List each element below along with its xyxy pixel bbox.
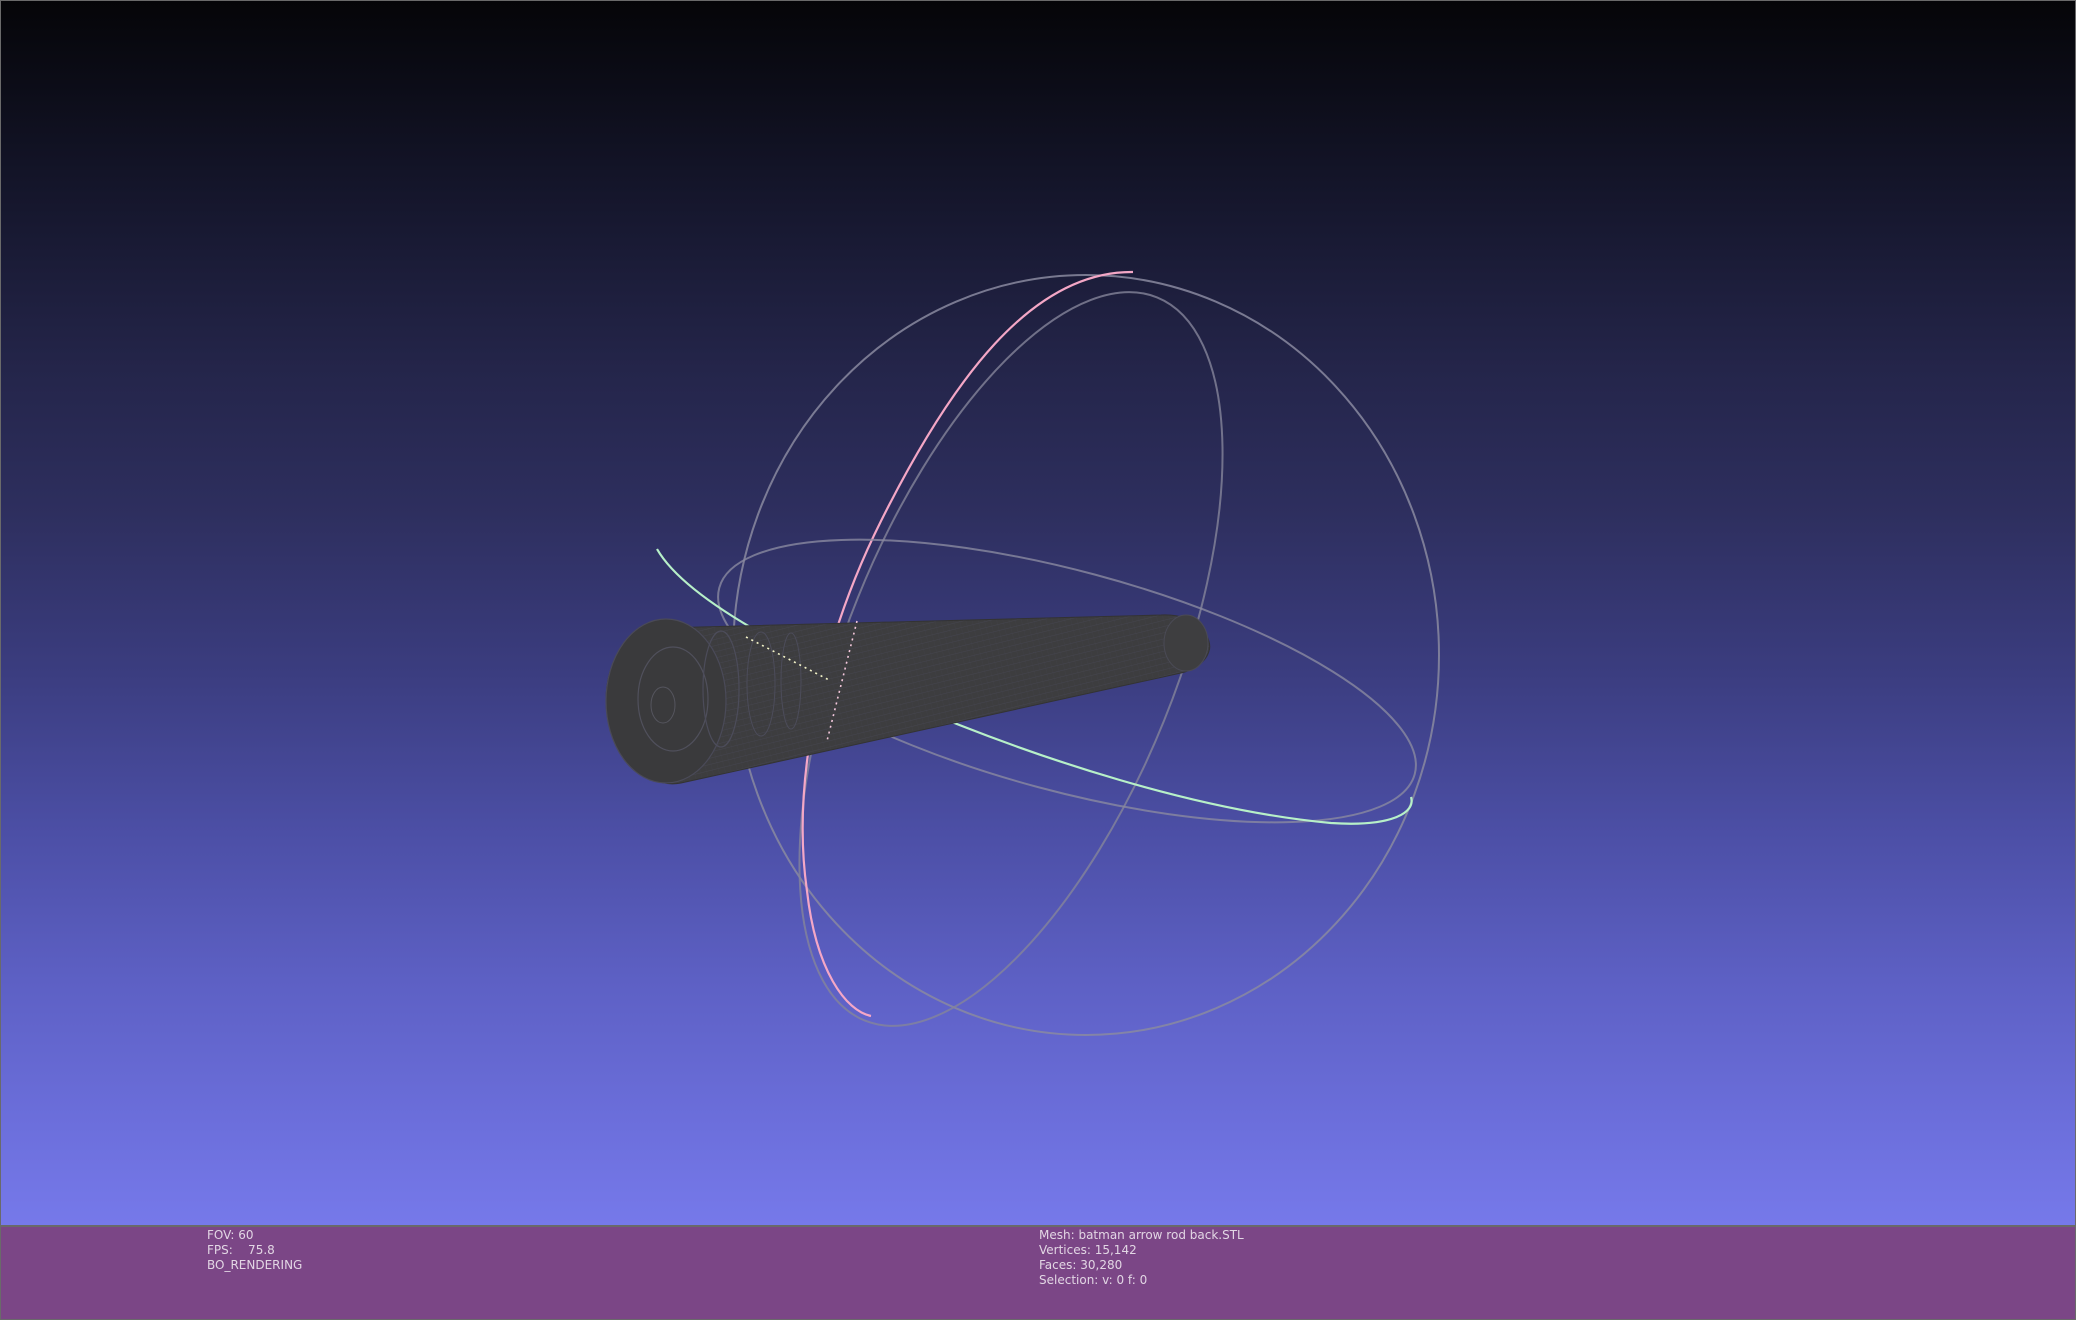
vertices-label: Vertices: 15,142 — [1039, 1243, 1137, 1257]
render-mode-label: BO_RENDERING — [207, 1258, 303, 1272]
faces-label: Faces: 30,280 — [1039, 1258, 1123, 1272]
fps-label: FPS: 75.8 — [207, 1243, 275, 1257]
mesh-rod[interactable] — [605, 614, 1211, 785]
render-info: FOV: 60 FPS: 75.8 BO_RENDERING — [207, 1228, 302, 1273]
mesh-name-label: Mesh: batman arrow rod back.STL — [1039, 1228, 1244, 1242]
selection-label: Selection: v: 0 f: 0 — [1039, 1273, 1148, 1287]
status-info-bar: FOV: 60 FPS: 75.8 BO_RENDERING Mesh: bat… — [0, 1226, 2076, 1320]
mesh-info: Mesh: batman arrow rod back.STL Vertices… — [1039, 1228, 1244, 1288]
rod-tip-cap — [1163, 614, 1209, 672]
scene-canvas[interactable] — [1, 1, 2076, 1227]
3d-viewport[interactable] — [0, 0, 2076, 1226]
fov-label: FOV: 60 — [207, 1228, 254, 1242]
